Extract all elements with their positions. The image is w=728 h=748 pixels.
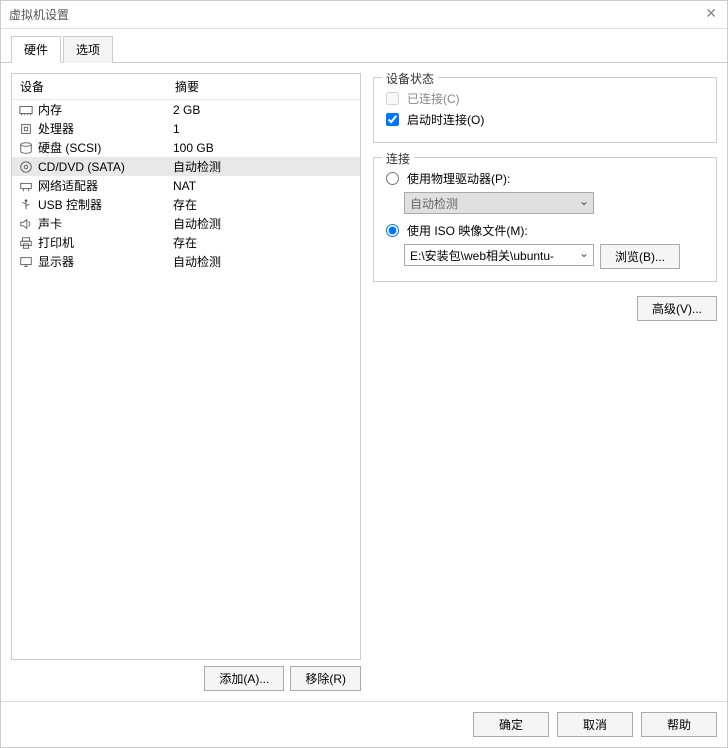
cancel-button[interactable]: 取消 [557,712,633,737]
iso-select-row: E:\安装包\web相关\ubuntu- 浏览(B)... [404,244,704,269]
printer-icon [18,235,34,251]
vm-settings-window: 虚拟机设置 ✕ 硬件 选项 设备 摘要 内存2 GB处理器1硬盘 (SCSI)1… [0,0,728,748]
hardware-list-header: 设备 摘要 [12,74,360,100]
cpu-icon [18,121,34,137]
physical-drive-radio[interactable] [386,172,399,185]
ok-button[interactable]: 确定 [473,712,549,737]
device-name: 声卡 [38,215,173,232]
hardware-row-cd[interactable]: CD/DVD (SATA)自动检测 [12,157,360,176]
display-icon [18,254,34,270]
connected-checkbox-row[interactable]: 已连接(C) [386,88,704,109]
hardware-row-usb[interactable]: USB 控制器存在 [12,195,360,214]
hardware-row-sound[interactable]: 声卡自动检测 [12,214,360,233]
close-icon[interactable]: ✕ [705,5,717,22]
iso-label: 使用 ISO 映像文件(M): [407,222,528,239]
physical-drive-select-row: 自动检测 [404,192,704,214]
connection-group: 连接 使用物理驱动器(P): 自动检测 使用 ISO 映像文件(M): E:\安… [373,157,717,282]
device-summary: 100 GB [173,141,354,155]
iso-path-select[interactable]: E:\安装包\web相关\ubuntu- [404,244,594,266]
device-name: 网络适配器 [38,177,173,194]
device-name: 打印机 [38,234,173,251]
physical-drive-radio-row[interactable]: 使用物理驱动器(P): [386,168,704,189]
hardware-row-disk[interactable]: 硬盘 (SCSI)100 GB [12,138,360,157]
usb-icon [18,197,34,213]
titlebar: 虚拟机设置 ✕ [1,1,727,29]
connected-checkbox[interactable] [386,92,399,105]
device-summary: 1 [173,122,354,136]
cd-icon [18,159,34,175]
device-summary: 存在 [173,234,354,251]
detail-panel: 设备状态 已连接(C) 启动时连接(O) 连接 使用物理驱动器(P): 自动检测 [373,73,717,691]
remove-button[interactable]: 移除(R) [290,666,361,691]
connection-title: 连接 [382,150,414,167]
hardware-panel: 设备 摘要 内存2 GB处理器1硬盘 (SCSI)100 GBCD/DVD (S… [11,73,361,691]
header-summary: 摘要 [175,78,199,95]
hardware-list: 设备 摘要 内存2 GB处理器1硬盘 (SCSI)100 GBCD/DVD (S… [11,73,361,660]
physical-drive-select[interactable]: 自动检测 [404,192,594,214]
device-status-group: 设备状态 已连接(C) 启动时连接(O) [373,77,717,143]
hardware-row-cpu[interactable]: 处理器1 [12,119,360,138]
device-status-title: 设备状态 [382,70,438,87]
sound-icon [18,216,34,232]
connected-label: 已连接(C) [407,90,460,107]
poweron-checkbox[interactable] [386,113,399,126]
poweron-label: 启动时连接(O) [407,111,484,128]
hardware-row-memory[interactable]: 内存2 GB [12,100,360,119]
device-name: USB 控制器 [38,196,173,213]
content-area: 设备 摘要 内存2 GB处理器1硬盘 (SCSI)100 GBCD/DVD (S… [1,63,727,701]
tab-strip: 硬件 选项 [1,29,727,63]
device-summary: 存在 [173,196,354,213]
device-name: CD/DVD (SATA) [38,160,173,174]
device-summary: 自动检测 [173,253,354,270]
browse-button[interactable]: 浏览(B)... [600,244,680,269]
device-summary: 自动检测 [173,215,354,232]
window-title: 虚拟机设置 [9,6,69,23]
list-buttons: 添加(A)... 移除(R) [11,666,361,691]
device-name: 显示器 [38,253,173,270]
help-button[interactable]: 帮助 [641,712,717,737]
device-summary: 2 GB [173,103,354,117]
memory-icon [18,102,34,118]
add-button[interactable]: 添加(A)... [204,666,284,691]
advanced-button[interactable]: 高级(V)... [637,296,717,321]
iso-radio-row[interactable]: 使用 ISO 映像文件(M): [386,220,704,241]
advanced-row: 高级(V)... [373,296,717,321]
device-name: 硬盘 (SCSI) [38,139,173,156]
nic-icon [18,178,34,194]
poweron-checkbox-row[interactable]: 启动时连接(O) [386,109,704,130]
tab-hardware[interactable]: 硬件 [11,36,61,63]
hardware-row-nic[interactable]: 网络适配器NAT [12,176,360,195]
physical-drive-label: 使用物理驱动器(P): [407,170,510,187]
header-device: 设备 [20,78,175,95]
hardware-row-printer[interactable]: 打印机存在 [12,233,360,252]
device-name: 处理器 [38,120,173,137]
hardware-row-display[interactable]: 显示器自动检测 [12,252,360,271]
disk-icon [18,140,34,156]
device-name: 内存 [38,101,173,118]
device-summary: NAT [173,179,354,193]
iso-radio[interactable] [386,224,399,237]
device-summary: 自动检测 [173,158,354,175]
bottom-bar: 确定 取消 帮助 [1,701,727,747]
tab-options[interactable]: 选项 [63,36,113,63]
